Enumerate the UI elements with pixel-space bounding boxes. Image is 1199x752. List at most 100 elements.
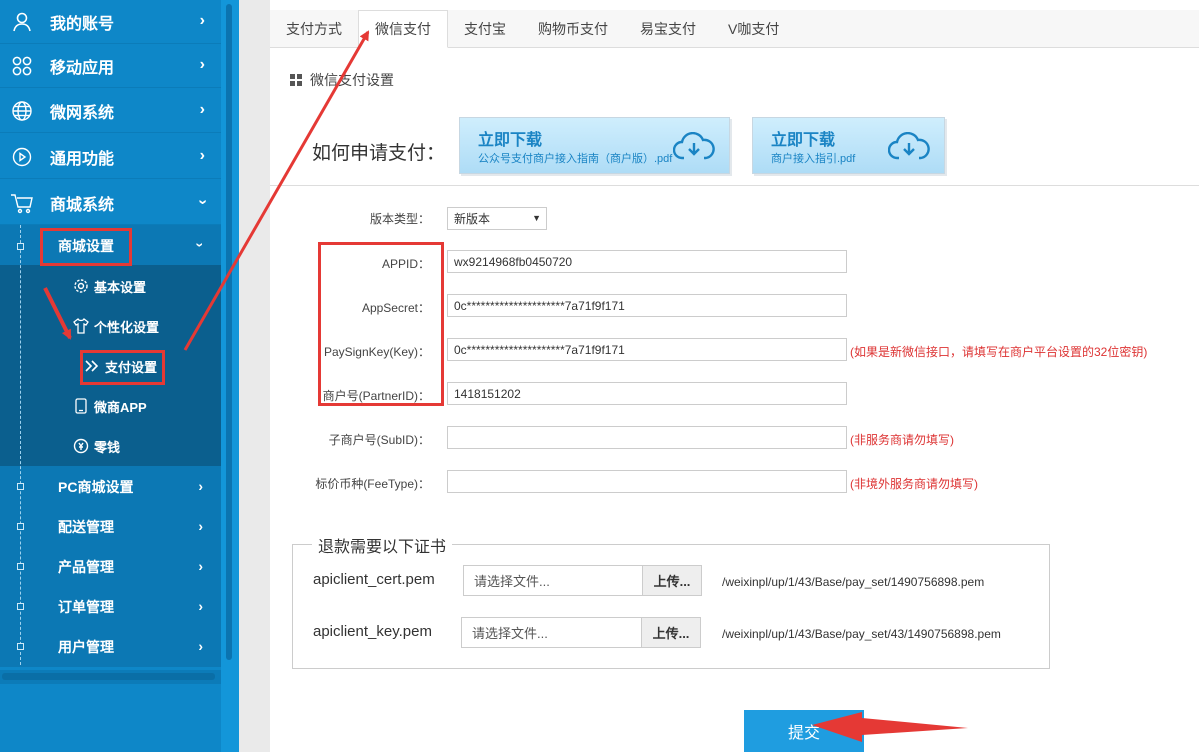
cert-file-path: /weixinpl/up/1/43/Base/pay_set/149075689…: [722, 575, 985, 589]
download-filename: 公众号支付商户接入指南（商户版）.pdf: [478, 153, 673, 165]
sidebar-item-users[interactable]: 用户管理 ›: [0, 627, 221, 667]
sidebar-item-products[interactable]: 产品管理 ›: [0, 547, 221, 587]
sidebar-item-label: 通用功能: [50, 150, 115, 168]
sidebar-item-microsite[interactable]: 微网系统 ›: [0, 89, 221, 133]
tab-shopping-coin-pay[interactable]: 购物币支付: [522, 10, 624, 47]
key-file-path: /weixinpl/up/1/43/Base/pay_set/43/149075…: [722, 627, 1001, 641]
appsecret-input[interactable]: 0c*********************7a71f9f171: [447, 294, 847, 317]
phone-icon: [72, 397, 90, 415]
sidebar-item-personalization[interactable]: 个性化设置: [72, 311, 159, 341]
feetype-hint: (非境外服务商请勿填写): [850, 477, 978, 491]
chevron-right-icon: ›: [199, 147, 205, 164]
sidebar-item-my-account[interactable]: 我的账号 ›: [0, 0, 221, 44]
chevron-right-icon: ›: [199, 101, 205, 118]
chevron-right-icon: ›: [198, 558, 203, 574]
sidebar-item-mall-system[interactable]: 商城系统 ›: [0, 181, 221, 225]
download-title: 立即下载: [771, 132, 836, 149]
sidebar-item-label: 微商APP: [94, 399, 147, 415]
sidebar: 我的账号 › 移动应用 › 微网系统 › 通用功能 › 商城系统 › 商城设置 …: [0, 0, 239, 752]
download-filename: 商户接入指引.pdf: [771, 153, 856, 165]
version-type-label: 版本类型：: [369, 212, 430, 226]
sidebar-item-delivery[interactable]: 配送管理 ›: [0, 507, 221, 547]
chevron-right-icon: ›: [199, 12, 205, 29]
sidebar-item-orders[interactable]: 订单管理 ›: [0, 587, 221, 627]
dropdown-arrow-icon: ▼: [532, 213, 541, 223]
download-merchant-guide-button[interactable]: 立即下载 公众号支付商户接入指南（商户版）.pdf: [459, 117, 730, 174]
sidebar-item-label: 基本设置: [94, 279, 147, 295]
chevron-right-icon: ›: [198, 518, 203, 534]
sidebar-scrollbar-thumb[interactable]: [226, 4, 232, 660]
grid-icon: [290, 74, 302, 86]
cart-icon: [9, 190, 35, 216]
chevron-right-icon: ›: [198, 478, 203, 494]
chevron-right-icon: ›: [198, 598, 203, 614]
subid-hint: (非服务商请勿填写): [850, 433, 954, 447]
sidebar-item-label: 微网系统: [50, 104, 115, 122]
cert-legend: 退款需要以下证书: [312, 533, 453, 557]
tab-yeepay[interactable]: 易宝支付: [624, 10, 712, 47]
chevron-right-icon: ›: [199, 56, 205, 73]
payment-tabs: 支付方式 微信支付 支付宝 购物币支付 易宝支付 V咖支付: [270, 10, 1199, 48]
gear-icon: [72, 277, 90, 295]
main-content: 支付方式 微信支付 支付宝 购物币支付 易宝支付 V咖支付 微信支付设置 如何申…: [270, 0, 1199, 752]
shirt-icon: [72, 317, 90, 335]
cloud-download-icon: [672, 131, 715, 165]
tab-vka-pay[interactable]: V咖支付: [712, 10, 795, 47]
sidebar-item-mobile-apps[interactable]: 移动应用 ›: [0, 44, 221, 88]
appid-input[interactable]: wx9214968fb0450720: [447, 250, 847, 273]
chevron-right-icon: ›: [198, 638, 203, 654]
tab-alipay[interactable]: 支付宝: [448, 10, 522, 47]
sidebar-item-label: 订单管理: [58, 599, 114, 615]
coin-icon: [72, 437, 90, 455]
sidebar-item-label: 配送管理: [58, 519, 114, 535]
version-type-select[interactable]: 新版本 ▼: [447, 207, 547, 230]
section-title-text: 微信支付设置: [310, 72, 394, 88]
sidebar-item-micro-app[interactable]: 微商APP: [72, 391, 147, 421]
cert-upload-button[interactable]: 上传...: [642, 565, 702, 596]
cloud-download-icon: [887, 131, 930, 165]
subid-label: 子商户号(SubID)：: [328, 433, 430, 447]
cert-file-input[interactable]: 请选择文件...: [463, 565, 643, 596]
key-label: apiclient_key.pem: [313, 623, 432, 640]
apps-icon: [9, 53, 35, 79]
sidebar-item-change[interactable]: 零钱: [72, 431, 120, 461]
annotation-highlight: [40, 228, 132, 266]
sidebar-hscrollbar-thumb[interactable]: [2, 673, 215, 680]
download-merchant-access-button[interactable]: 立即下载 商户接入指引.pdf: [752, 117, 945, 174]
cert-label: apiclient_cert.pem: [313, 571, 435, 588]
annotation-highlight: [80, 350, 165, 385]
sidebar-item-pc-mall[interactable]: PC商城设置 ›: [0, 467, 221, 507]
paysignkey-hint: (如果是新微信接口，请填写在商户平台设置的32位密钥): [850, 345, 1148, 359]
sidebar-item-label: 个性化设置: [94, 319, 160, 335]
feetype-input[interactable]: [447, 470, 847, 493]
sidebar-item-basic-settings[interactable]: 基本设置: [72, 271, 146, 301]
sidebar-item-label: 零钱: [94, 439, 121, 455]
sidebar-item-label: 产品管理: [58, 559, 114, 575]
feetype-label: 标价币种(FeeType)：: [315, 477, 430, 491]
download-title: 立即下载: [478, 132, 543, 149]
submit-button[interactable]: 提交: [744, 710, 864, 752]
annotation-highlight: [318, 242, 444, 406]
key-upload-button[interactable]: 上传...: [641, 617, 701, 648]
tab-wechat-pay[interactable]: 微信支付: [358, 10, 448, 48]
sidebar-item-label: PC商城设置: [58, 479, 134, 495]
tab-payment-methods[interactable]: 支付方式: [270, 10, 358, 47]
user-icon: [9, 9, 35, 35]
sidebar-item-label: 移动应用: [50, 59, 115, 77]
sidebar-item-label: 商城系统: [50, 196, 115, 214]
subid-input[interactable]: [447, 426, 847, 449]
sidebar-item-label: 用户管理: [58, 639, 114, 655]
partnerid-input[interactable]: 1418151202: [447, 382, 847, 405]
howto-label: 如何申请支付：: [312, 143, 446, 164]
sidebar-item-general[interactable]: 通用功能 ›: [0, 135, 221, 179]
key-file-input[interactable]: 请选择文件...: [461, 617, 643, 648]
globe-icon: [9, 98, 35, 124]
chevron-down-icon: ›: [194, 199, 212, 205]
cert-fieldset: [292, 544, 1050, 669]
chevron-down-icon: ›: [192, 242, 209, 248]
divider: [270, 185, 1199, 186]
paysignkey-input[interactable]: 0c*********************7a71f9f171: [447, 338, 847, 361]
play-icon: [9, 144, 35, 170]
sidebar-item-label: 我的账号: [50, 15, 115, 33]
section-title: 微信支付设置: [290, 70, 394, 90]
